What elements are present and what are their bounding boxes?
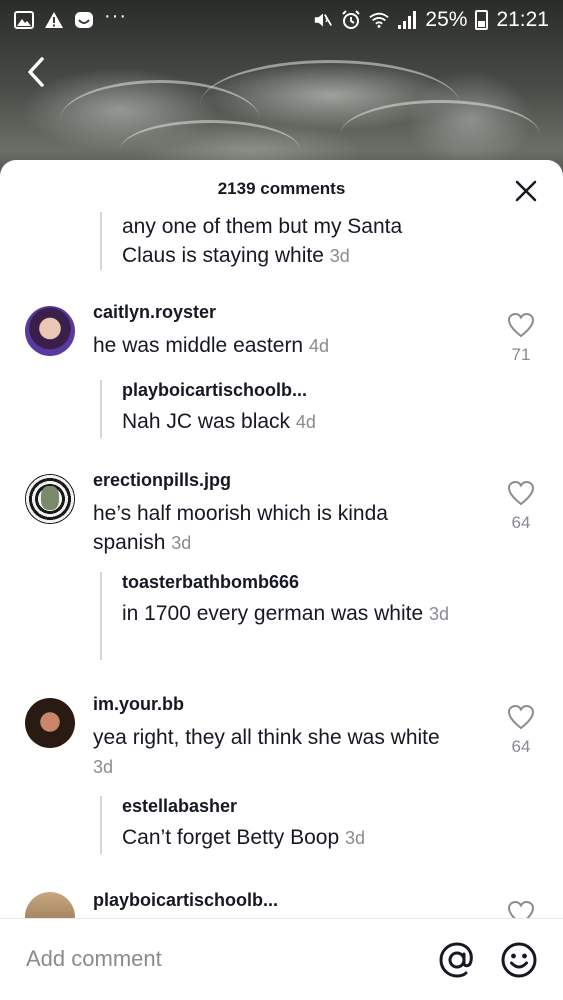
close-button[interactable] <box>513 178 539 204</box>
comment-text: yea right, they all think she was white … <box>93 723 463 782</box>
like-count: 64 <box>511 737 531 756</box>
comment-username[interactable]: playboicartischoolb... <box>93 890 463 911</box>
reply-text-content: Can’t forget Betty Boop <box>122 826 340 849</box>
comment-age: 4d <box>308 336 329 356</box>
more-dots-icon: ··· <box>104 4 127 27</box>
like-button[interactable]: 71 <box>501 312 541 365</box>
back-button[interactable] <box>22 55 52 89</box>
comment-username[interactable]: erectionpills.jpg <box>93 470 463 491</box>
comment-count: 2139 comments <box>217 179 346 198</box>
alarm-icon <box>341 10 361 29</box>
emoji-button[interactable] <box>500 941 538 979</box>
reply-text-content: in 1700 every german was white <box>122 602 424 625</box>
heart-icon <box>507 312 535 338</box>
like-count: 64 <box>511 513 531 532</box>
like-button[interactable]: 64 <box>501 704 541 757</box>
at-icon <box>439 942 473 978</box>
reply-item[interactable]: toasterbathbomb666 in 1700 every german … <box>100 572 450 660</box>
comment-username[interactable]: caitlyn.royster <box>93 302 463 323</box>
reply-text: Can’t forget Betty Boop 3d <box>122 823 365 853</box>
avatar-figure <box>41 486 59 510</box>
clock: 21:21 <box>496 8 549 31</box>
comment-composer: Add comment <box>0 918 563 1000</box>
comment-text-content: he’s half moorish which is kinda spanish <box>93 502 388 554</box>
comment-text: he was middle eastern 4d <box>93 331 463 361</box>
heart-icon <box>507 480 535 506</box>
battery-icon <box>475 10 489 30</box>
reply-username[interactable]: toasterbathbomb666 <box>122 572 450 593</box>
app-icon <box>74 11 94 29</box>
reply-text-content: any one of them but my Santa Claus is st… <box>122 215 403 267</box>
status-bar: ··· 25% 21:21 <box>0 0 563 40</box>
chevron-left-icon <box>28 57 44 87</box>
battery-percent: 25% <box>425 8 468 31</box>
avatar[interactable] <box>25 306 75 356</box>
comment-username[interactable]: im.your.bb <box>93 694 463 715</box>
reply-text: Nah JC was black 4d <box>122 407 316 437</box>
warning-icon <box>44 11 64 29</box>
comments-sheet: 2139 comments any one of them but my San… <box>0 160 563 1000</box>
reply-age: 3d <box>429 604 450 624</box>
signal-icon <box>397 11 417 29</box>
reply-item[interactable]: any one of them but my Santa Claus is st… <box>100 212 460 270</box>
reply-age: 4d <box>295 412 316 432</box>
like-button[interactable]: 64 <box>501 480 541 533</box>
mention-button[interactable] <box>438 941 476 979</box>
comments-header: 2139 comments <box>0 160 563 218</box>
reply-age: 3d <box>344 828 366 848</box>
avatar[interactable] <box>25 698 75 748</box>
reply-item[interactable]: playboicartischoolb... Nah JC was black … <box>100 380 316 438</box>
comment-age: 3d <box>93 757 114 777</box>
reply-username[interactable]: estellabasher <box>122 796 365 817</box>
avatar[interactable] <box>25 474 75 524</box>
reply-text: in 1700 every german was white 3d <box>122 599 450 629</box>
reply-text-content: Nah JC was black <box>122 410 291 433</box>
mute-icon <box>313 11 333 29</box>
reply-age: 3d <box>329 246 350 266</box>
reply-text: any one of them but my Santa Claus is st… <box>122 212 460 271</box>
comment-text: he’s half moorish which is kinda spanish… <box>93 499 463 558</box>
comment-text-content: he was middle eastern <box>93 334 304 357</box>
add-comment-input[interactable]: Add comment <box>26 946 162 972</box>
heart-icon <box>507 704 535 730</box>
close-icon <box>515 180 537 202</box>
like-count: 71 <box>511 345 531 364</box>
wifi-icon <box>369 11 390 29</box>
comment-text-content: yea right, they all think she was white <box>93 726 440 749</box>
comment-age: 3d <box>171 533 192 553</box>
image-icon <box>14 11 34 29</box>
reply-item[interactable]: estellabasher Can’t forget Betty Boop 3d <box>100 796 365 854</box>
smiley-icon <box>501 942 537 978</box>
reply-username[interactable]: playboicartischoolb... <box>122 380 316 401</box>
